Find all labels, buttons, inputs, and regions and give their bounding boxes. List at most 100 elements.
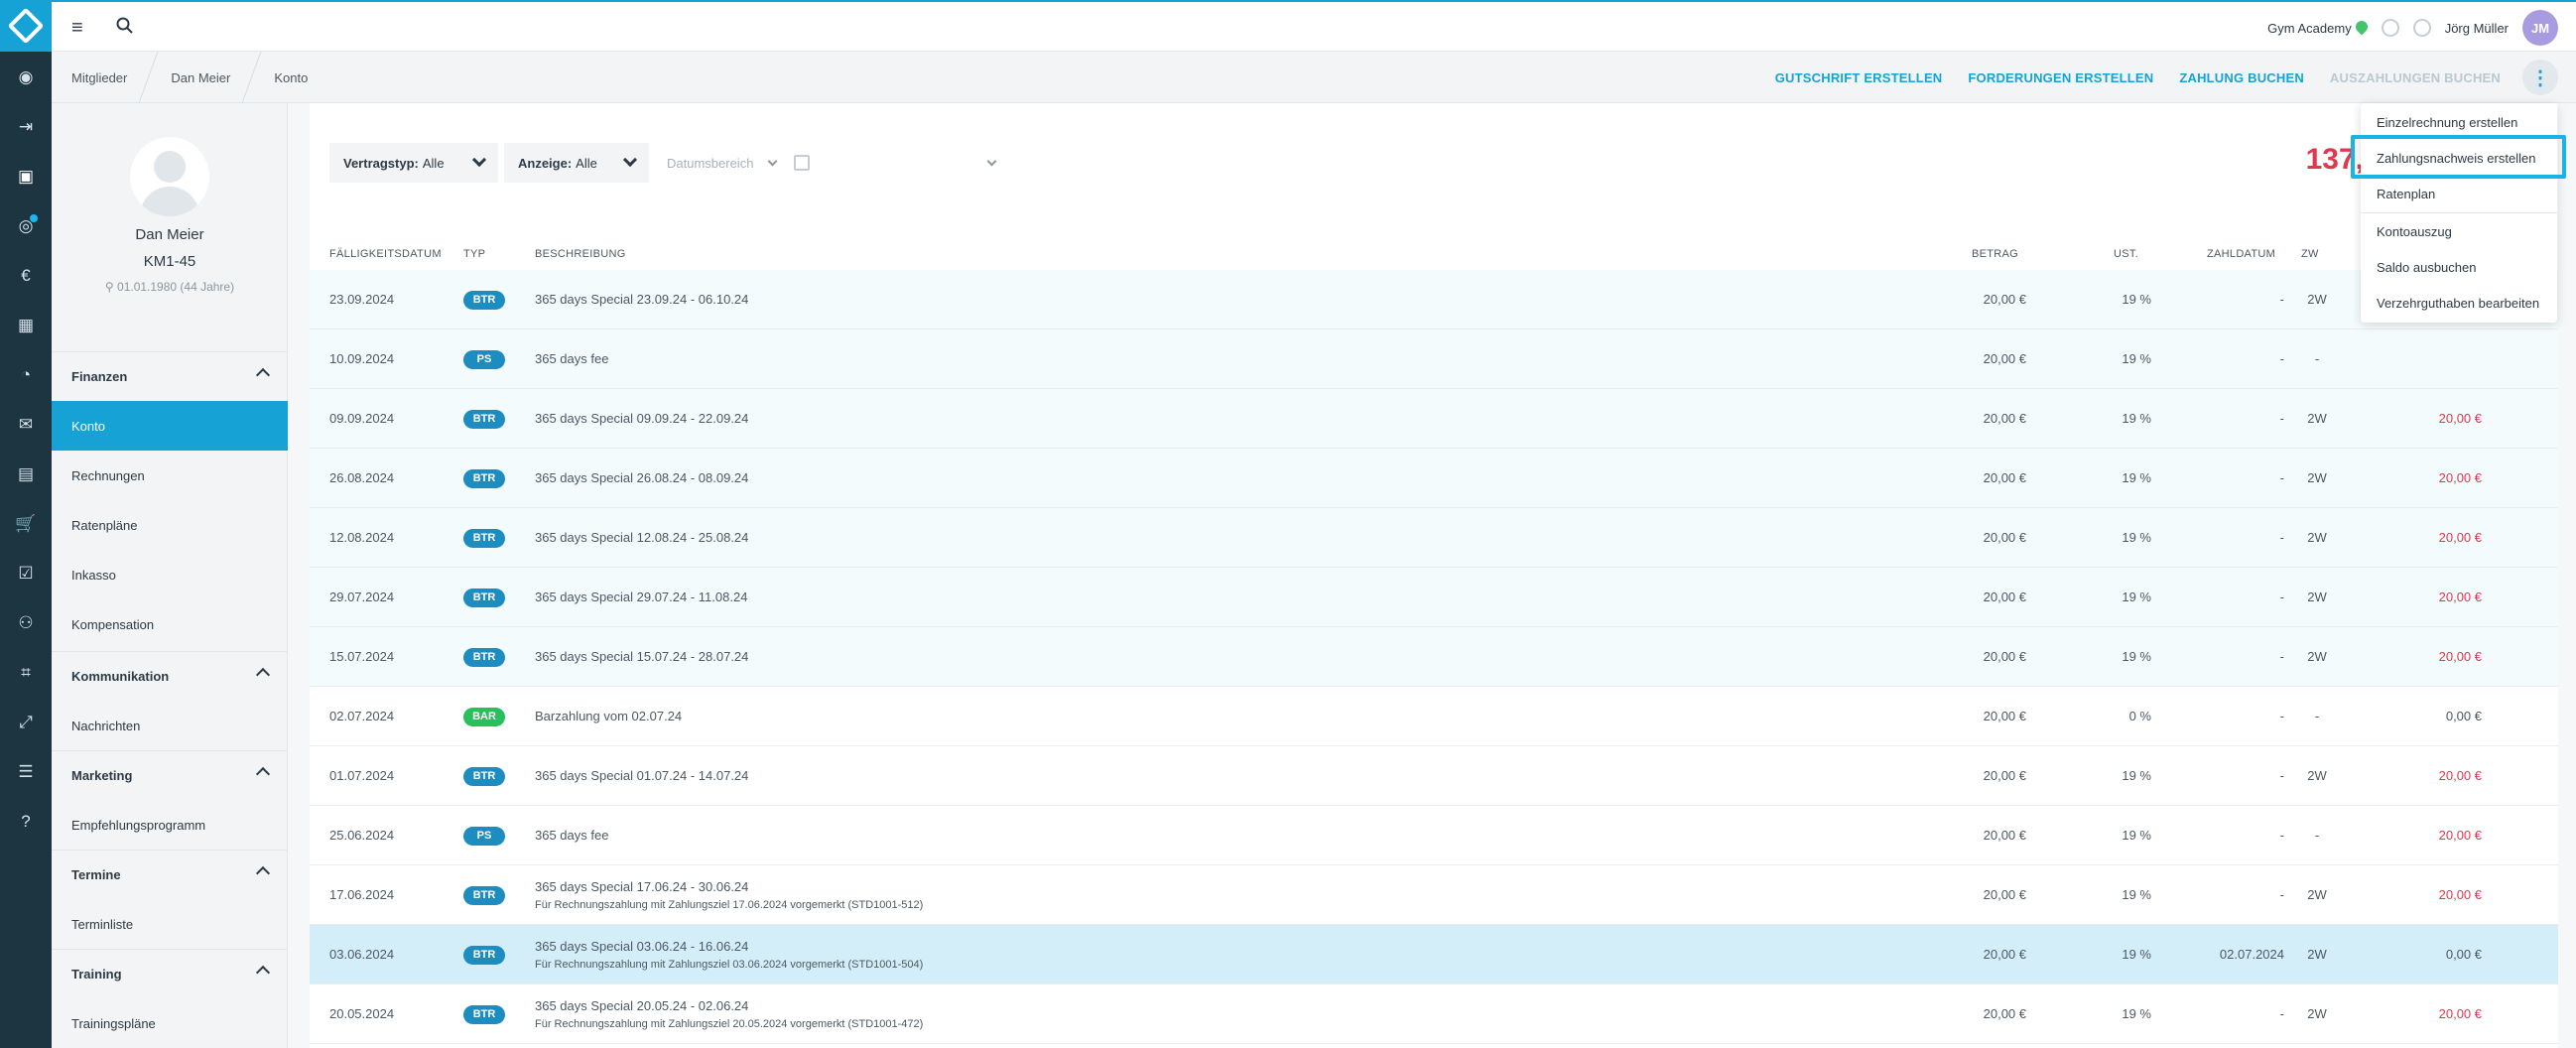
sidebar-item-terminliste[interactable]: Terminliste	[52, 899, 288, 949]
table-row[interactable]: 15.07.2024 BTR 365 days Special 15.07.24 -…	[310, 627, 2558, 687]
search-icon[interactable]	[115, 16, 135, 36]
checkin-icon[interactable]: ⇥	[14, 115, 38, 139]
table-row[interactable]: 12.08.2024 BTR 365 days Special 12.08.24 -…	[310, 508, 2558, 568]
book-payment-button[interactable]: ZAHLUNG BUCHEN	[2179, 70, 2304, 85]
open-amount: 20,00 €	[2438, 828, 2482, 843]
col-zw[interactable]: ZW	[2301, 248, 2319, 260]
open-amount: 20,00 €	[2438, 887, 2482, 902]
chevron-up-icon	[255, 367, 271, 383]
due-date: 12.08.2024	[329, 530, 395, 545]
nav-section-finanzen[interactable]: Finanzen	[52, 351, 288, 401]
description-note: Für Rechnungszahlung mit Zahlungsziel 20…	[535, 1018, 924, 1030]
settings-icon[interactable]: ☰	[14, 760, 38, 784]
payment-date: -	[2279, 768, 2284, 783]
table-row[interactable]: 20.05.2024 BTR 365 days Special 20.05.24 -…	[310, 984, 2558, 1044]
vat: 19 %	[2122, 1006, 2151, 1021]
amount: 20,00 €	[1983, 828, 2026, 843]
devices-icon[interactable]: ⌗	[14, 661, 38, 685]
menu-icon[interactable]: ≡	[71, 17, 83, 40]
col-zahldatum[interactable]: ZAHLDATUM	[2207, 248, 2275, 260]
table-row[interactable]: 26.08.2024 BTR 365 days Special 26.08.24 -…	[310, 449, 2558, 508]
app-logo[interactable]	[0, 0, 52, 52]
profile-avatar	[130, 137, 209, 216]
amount: 20,00 €	[1983, 1006, 2026, 1021]
breadcrumb-item-member[interactable]: Dan Meier	[149, 52, 252, 103]
more-actions-button[interactable]: ⋮	[2522, 60, 2558, 95]
contract-type-filter[interactable]: Vertragstyp: Alle	[329, 143, 498, 183]
payment-interval: -	[2314, 709, 2320, 723]
menu-item-verzehrguthaben[interactable]: Verzehrguthaben bearbeiten	[2361, 285, 2557, 321]
payment-date: -	[2279, 887, 2284, 902]
calendar-icon[interactable]: ▦	[14, 314, 38, 337]
finance-icon[interactable]: €	[14, 264, 38, 288]
menu-item-ratenplan[interactable]: Ratenplan	[2361, 176, 2557, 211]
help-icon[interactable]: ?	[14, 810, 38, 834]
nav-section-marketing[interactable]: Marketing	[52, 750, 288, 800]
table-row[interactable]: 09.09.2024 BTR 365 days Special 09.09.24 -…	[310, 389, 2558, 449]
menu-item-kontoauszug[interactable]: Kontoauszug	[2361, 213, 2557, 249]
open-amount: 20,00 €	[2438, 649, 2482, 664]
col-faelligkeitsdatum[interactable]: FÄLLIGKEITSDATUM	[329, 248, 442, 260]
payment-interval: 2W	[2307, 411, 2327, 426]
payment-interval: 2W	[2307, 649, 2327, 664]
type-badge: PS	[463, 350, 505, 369]
studio-selector[interactable]: Gym Academy	[2267, 18, 2371, 36]
nav-section-training[interactable]: Training	[52, 949, 288, 998]
col-ust[interactable]: UST.	[2114, 248, 2138, 260]
payment-interval: 2W	[2307, 470, 2327, 485]
description: 365 days fee	[535, 828, 609, 843]
breadcrumb-item-members[interactable]: Mitglieder	[71, 52, 149, 103]
table-row[interactable]: 29.07.2024 BTR 365 days Special 29.07.24 -…	[310, 568, 2558, 627]
date-range-picker[interactable]: Datumsbereich	[667, 143, 1064, 183]
table-row[interactable]: 23.09.2024 BTR 365 days Special 23.09.24 -…	[310, 270, 2558, 329]
table-row[interactable]: 10.09.2024 PS 365 days fee 20,00 € 19 % - -	[310, 329, 2558, 389]
sidebar-item-kompensation[interactable]: Kompensation	[52, 599, 288, 649]
create-credit-button[interactable]: GUTSCHRIFT ERSTELLEN	[1775, 70, 1943, 85]
tasks-icon[interactable]: ☑	[14, 562, 38, 586]
sidebar-item-trainingsplaene[interactable]: Trainingspläne	[52, 998, 288, 1048]
stats-icon[interactable]: ◔	[14, 363, 38, 387]
sidebar-item-konto[interactable]: Konto	[52, 401, 288, 451]
create-claims-button[interactable]: FORDERUNGEN ERSTELLEN	[1968, 70, 2153, 85]
display-filter[interactable]: Anzeige: Alle	[504, 143, 649, 183]
integrations-icon[interactable]: ⤢	[14, 711, 38, 734]
download-icon[interactable]	[2381, 19, 2399, 37]
type-badge: BAR	[463, 708, 505, 726]
dashboard-icon[interactable]: ◉	[14, 66, 38, 89]
open-amount: 20,00 €	[2438, 1006, 2482, 1021]
shop-icon[interactable]: 🛒	[14, 512, 38, 536]
sidebar-item-rechnungen[interactable]: Rechnungen	[52, 451, 288, 500]
sidebar-item-inkasso[interactable]: Inkasso	[52, 550, 288, 599]
nav-section-kommunikation[interactable]: Kommunikation	[52, 651, 288, 701]
birthdate-text: 01.01.1980 (44 Jahre)	[117, 280, 235, 294]
info-icon[interactable]	[2412, 19, 2431, 37]
marketing-icon[interactable]: ▤	[14, 462, 38, 486]
members-icon[interactable]: ▣	[14, 165, 38, 189]
table-row[interactable]: 01.07.2024 BTR 365 days Special 01.07.24 -…	[310, 746, 2558, 806]
nav-section-termine[interactable]: Termine	[52, 850, 288, 899]
table-row[interactable]: 03.06.2024 BTR 365 days Special 03.06.24 -…	[310, 925, 2558, 984]
payment-interval: -	[2314, 828, 2320, 843]
sidebar-item-ratenplaene[interactable]: Ratenpläne	[52, 500, 288, 550]
avatar[interactable]: JM	[2522, 10, 2558, 46]
col-typ[interactable]: TYP	[463, 248, 485, 260]
payment-interval: 2W	[2307, 947, 2327, 962]
amount: 20,00 €	[1983, 947, 2026, 962]
col-beschreibung[interactable]: BESCHREIBUNG	[535, 248, 626, 260]
table-row[interactable]: 02.07.2024 BAR Barzahlung vom 02.07.24 20,0…	[310, 687, 2558, 746]
contracts-icon[interactable]: ◎	[14, 214, 38, 238]
description: 365 days Special 03.06.24 - 16.06.24	[535, 939, 749, 954]
col-betrag[interactable]: BETRAG	[1972, 248, 2018, 260]
user-name[interactable]: Jörg Müller	[2445, 21, 2509, 36]
due-date: 26.08.2024	[329, 470, 395, 485]
table-row[interactable]: 25.06.2024 PS 365 days fee 20,00 € 19 % - - 20,…	[310, 806, 2558, 865]
groups-icon[interactable]: ⚇	[14, 611, 38, 635]
sidebar-item-empfehlung[interactable]: Empfehlungsprogramm	[52, 800, 288, 850]
sidebar-item-nachrichten[interactable]: Nachrichten	[52, 701, 288, 750]
payment-date: -	[2279, 292, 2284, 307]
chat-icon[interactable]: ✉	[14, 413, 38, 437]
account-main: Vertragstyp: Alle Anzeige: Alle Datumsbe…	[310, 103, 2558, 1048]
menu-item-saldo-ausbuchen[interactable]: Saldo ausbuchen	[2361, 249, 2557, 285]
description: 365 days fee	[535, 351, 609, 366]
table-row[interactable]: 17.06.2024 BTR 365 days Special 17.06.24 -…	[310, 865, 2558, 925]
